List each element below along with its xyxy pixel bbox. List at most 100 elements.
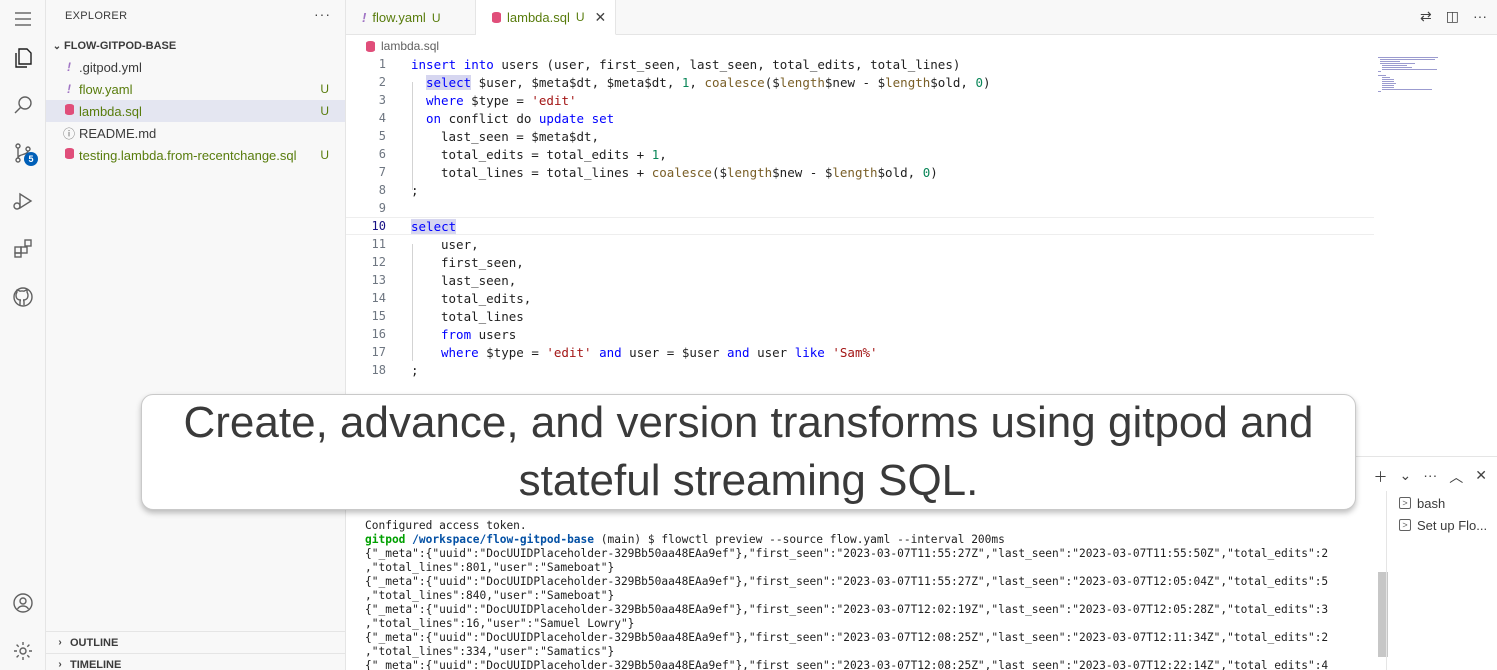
- file-name: .gitpod.yml: [79, 59, 142, 75]
- code-line[interactable]: 9: [346, 199, 1374, 217]
- file-item-lambda-sql[interactable]: lambda.sql U: [46, 100, 345, 122]
- outline-section[interactable]: › OUTLINE: [46, 631, 345, 653]
- minimap-line: [1378, 75, 1386, 76]
- terminal-icon: >: [1399, 519, 1411, 531]
- timeline-section[interactable]: › TIMELINE: [46, 653, 345, 670]
- file-name: lambda.sql: [79, 103, 142, 119]
- chevron-down-icon[interactable]: ⌄: [1400, 467, 1412, 487]
- line-number: 2: [378, 75, 386, 89]
- code-text: user,: [441, 236, 479, 252]
- close-panel-icon[interactable]: ✕: [1475, 467, 1487, 487]
- terminal-session-setup-flow[interactable]: > Set up Flo...: [1399, 515, 1487, 535]
- minimap-line: [1380, 63, 1415, 64]
- terminal-session-bash[interactable]: > bash: [1399, 493, 1445, 513]
- line-number: 15: [371, 309, 386, 323]
- tab-lambda-sql[interactable]: lambda.sql U ✕: [476, 0, 616, 35]
- minimap-line: [1382, 81, 1394, 82]
- workspace-folder[interactable]: ⌄ FLOW-GITPOD-BASE: [50, 36, 176, 56]
- close-icon[interactable]: ✕: [595, 9, 607, 26]
- minimap-line: [1380, 59, 1435, 60]
- explorer-more-actions-icon[interactable]: ···: [314, 6, 331, 22]
- settings-gear-icon[interactable]: [0, 634, 46, 668]
- account-icon[interactable]: [0, 586, 46, 620]
- info-file-icon: ⓘ: [62, 126, 75, 141]
- code-text: last_seen = $meta$dt,: [441, 128, 600, 144]
- file-item-readme[interactable]: ⓘ README.md: [46, 122, 345, 144]
- line-number: 10: [371, 219, 386, 233]
- explorer-title: EXPLORER: [65, 10, 128, 22]
- file-status: U: [320, 82, 329, 96]
- line-number: 13: [371, 273, 386, 287]
- line-number: 5: [378, 129, 386, 143]
- explorer-icon[interactable]: [0, 41, 46, 75]
- github-icon[interactable]: [0, 280, 46, 314]
- database-file-icon: [366, 40, 375, 52]
- source-control-icon[interactable]: 5: [0, 136, 46, 170]
- file-item-testing-lambda[interactable]: testing.lambda.from-recentchange.sql U: [46, 144, 345, 166]
- tab-flow-yaml[interactable]: ! flow.yaml U: [346, 0, 476, 35]
- file-item-gitpod-yml[interactable]: ! .gitpod.yml: [46, 56, 345, 78]
- scm-badge: 5: [24, 152, 38, 166]
- code-line[interactable]: 6 total_edits = total_edits + 1,: [346, 145, 1374, 163]
- more-actions-icon[interactable]: ···: [1423, 467, 1437, 487]
- minimap-line: [1378, 57, 1438, 58]
- code-line[interactable]: 4 on conflict do update set: [346, 109, 1374, 127]
- file-status: U: [320, 104, 329, 118]
- code-line[interactable]: 2 select $user, $meta$dt, $meta$dt, 1, co…: [346, 73, 1374, 91]
- panel-actions: ＋ ⌄ ··· ︿ ✕: [1374, 467, 1487, 487]
- extensions-icon[interactable]: [0, 232, 46, 266]
- line-number: 17: [371, 345, 386, 359]
- tab-status: U: [575, 10, 585, 24]
- split-editor-icon[interactable]: ◫: [1446, 8, 1459, 25]
- code-line[interactable]: 12 first_seen,: [346, 253, 1374, 271]
- code-text: where $type = 'edit' and user = $user an…: [441, 344, 878, 360]
- code-line[interactable]: 17 where $type = 'edit' and user = $user …: [346, 343, 1374, 361]
- minimap-line: [1382, 65, 1407, 66]
- minimap-line: [1382, 69, 1437, 70]
- session-label: Set up Flo...: [1417, 517, 1488, 533]
- new-terminal-icon[interactable]: ＋: [1374, 467, 1388, 487]
- code-line[interactable]: 5 last_seen = $meta$dt,: [346, 127, 1374, 145]
- compare-changes-icon[interactable]: ⇄: [1420, 8, 1432, 25]
- folder-name: FLOW-GITPOD-BASE: [64, 40, 177, 52]
- code-editor[interactable]: 1 insert into users (user, first_seen, la…: [346, 55, 1374, 395]
- database-file-icon: [492, 11, 501, 23]
- minimap[interactable]: [1374, 55, 1464, 115]
- activity-bar: 5: [0, 0, 46, 670]
- terminal-line: {"_meta":{"uuid":"DocUUIDPlaceholder-329…: [365, 659, 1329, 670]
- code-line[interactable]: 13 last_seen,: [346, 271, 1374, 289]
- terminal-path: /workspace/flow-gitpod-base: [405, 533, 595, 546]
- more-actions-icon[interactable]: ···: [1473, 8, 1487, 25]
- code-line[interactable]: 8;: [346, 181, 1374, 199]
- breadcrumb-file: lambda.sql: [381, 39, 440, 53]
- code-line[interactable]: 14 total_edits,: [346, 289, 1374, 307]
- file-item-flow-yaml[interactable]: ! flow.yaml U: [46, 78, 345, 100]
- tab-status: U: [431, 10, 441, 25]
- code-line[interactable]: 3 where $type = 'edit': [346, 91, 1374, 109]
- code-line[interactable]: 10 select: [346, 217, 1374, 235]
- terminal-line: {"_meta":{"uuid":"DocUUIDPlaceholder-329…: [365, 603, 1329, 616]
- minimap-line: [1382, 87, 1394, 88]
- terminal-line: {"_meta":{"uuid":"DocUUIDPlaceholder-329…: [365, 575, 1329, 588]
- code-line[interactable]: 15 total_lines: [346, 307, 1374, 325]
- chevron-right-icon: ›: [58, 637, 62, 648]
- run-debug-icon[interactable]: [0, 184, 46, 218]
- code-text: ;: [411, 182, 419, 198]
- code-text: total_lines: [441, 308, 524, 324]
- code-line[interactable]: 18;: [346, 361, 1374, 379]
- code-line[interactable]: 7 total_lines = total_lines + coalesce($l…: [346, 163, 1374, 181]
- code-line[interactable]: 1 insert into users (user, first_seen, la…: [346, 55, 1374, 73]
- line-number: 1: [378, 57, 386, 71]
- menu-icon[interactable]: [0, 2, 46, 36]
- search-icon[interactable]: [0, 88, 46, 122]
- line-number: 12: [371, 255, 386, 269]
- minimap-line: [1382, 89, 1432, 90]
- breadcrumb[interactable]: lambda.sql: [366, 38, 439, 54]
- code-line[interactable]: 11 user,: [346, 235, 1374, 253]
- file-status: U: [320, 148, 329, 162]
- maximize-panel-icon[interactable]: ︿: [1449, 467, 1463, 487]
- explorer-sidebar: EXPLORER ··· ⌄ FLOW-GITPOD-BASE ! .gitpo…: [46, 0, 346, 670]
- code-line[interactable]: 16 from users: [346, 325, 1374, 343]
- terminal-output[interactable]: Configured access token. gitpod /workspac…: [365, 519, 1375, 670]
- line-number: 18: [371, 363, 386, 377]
